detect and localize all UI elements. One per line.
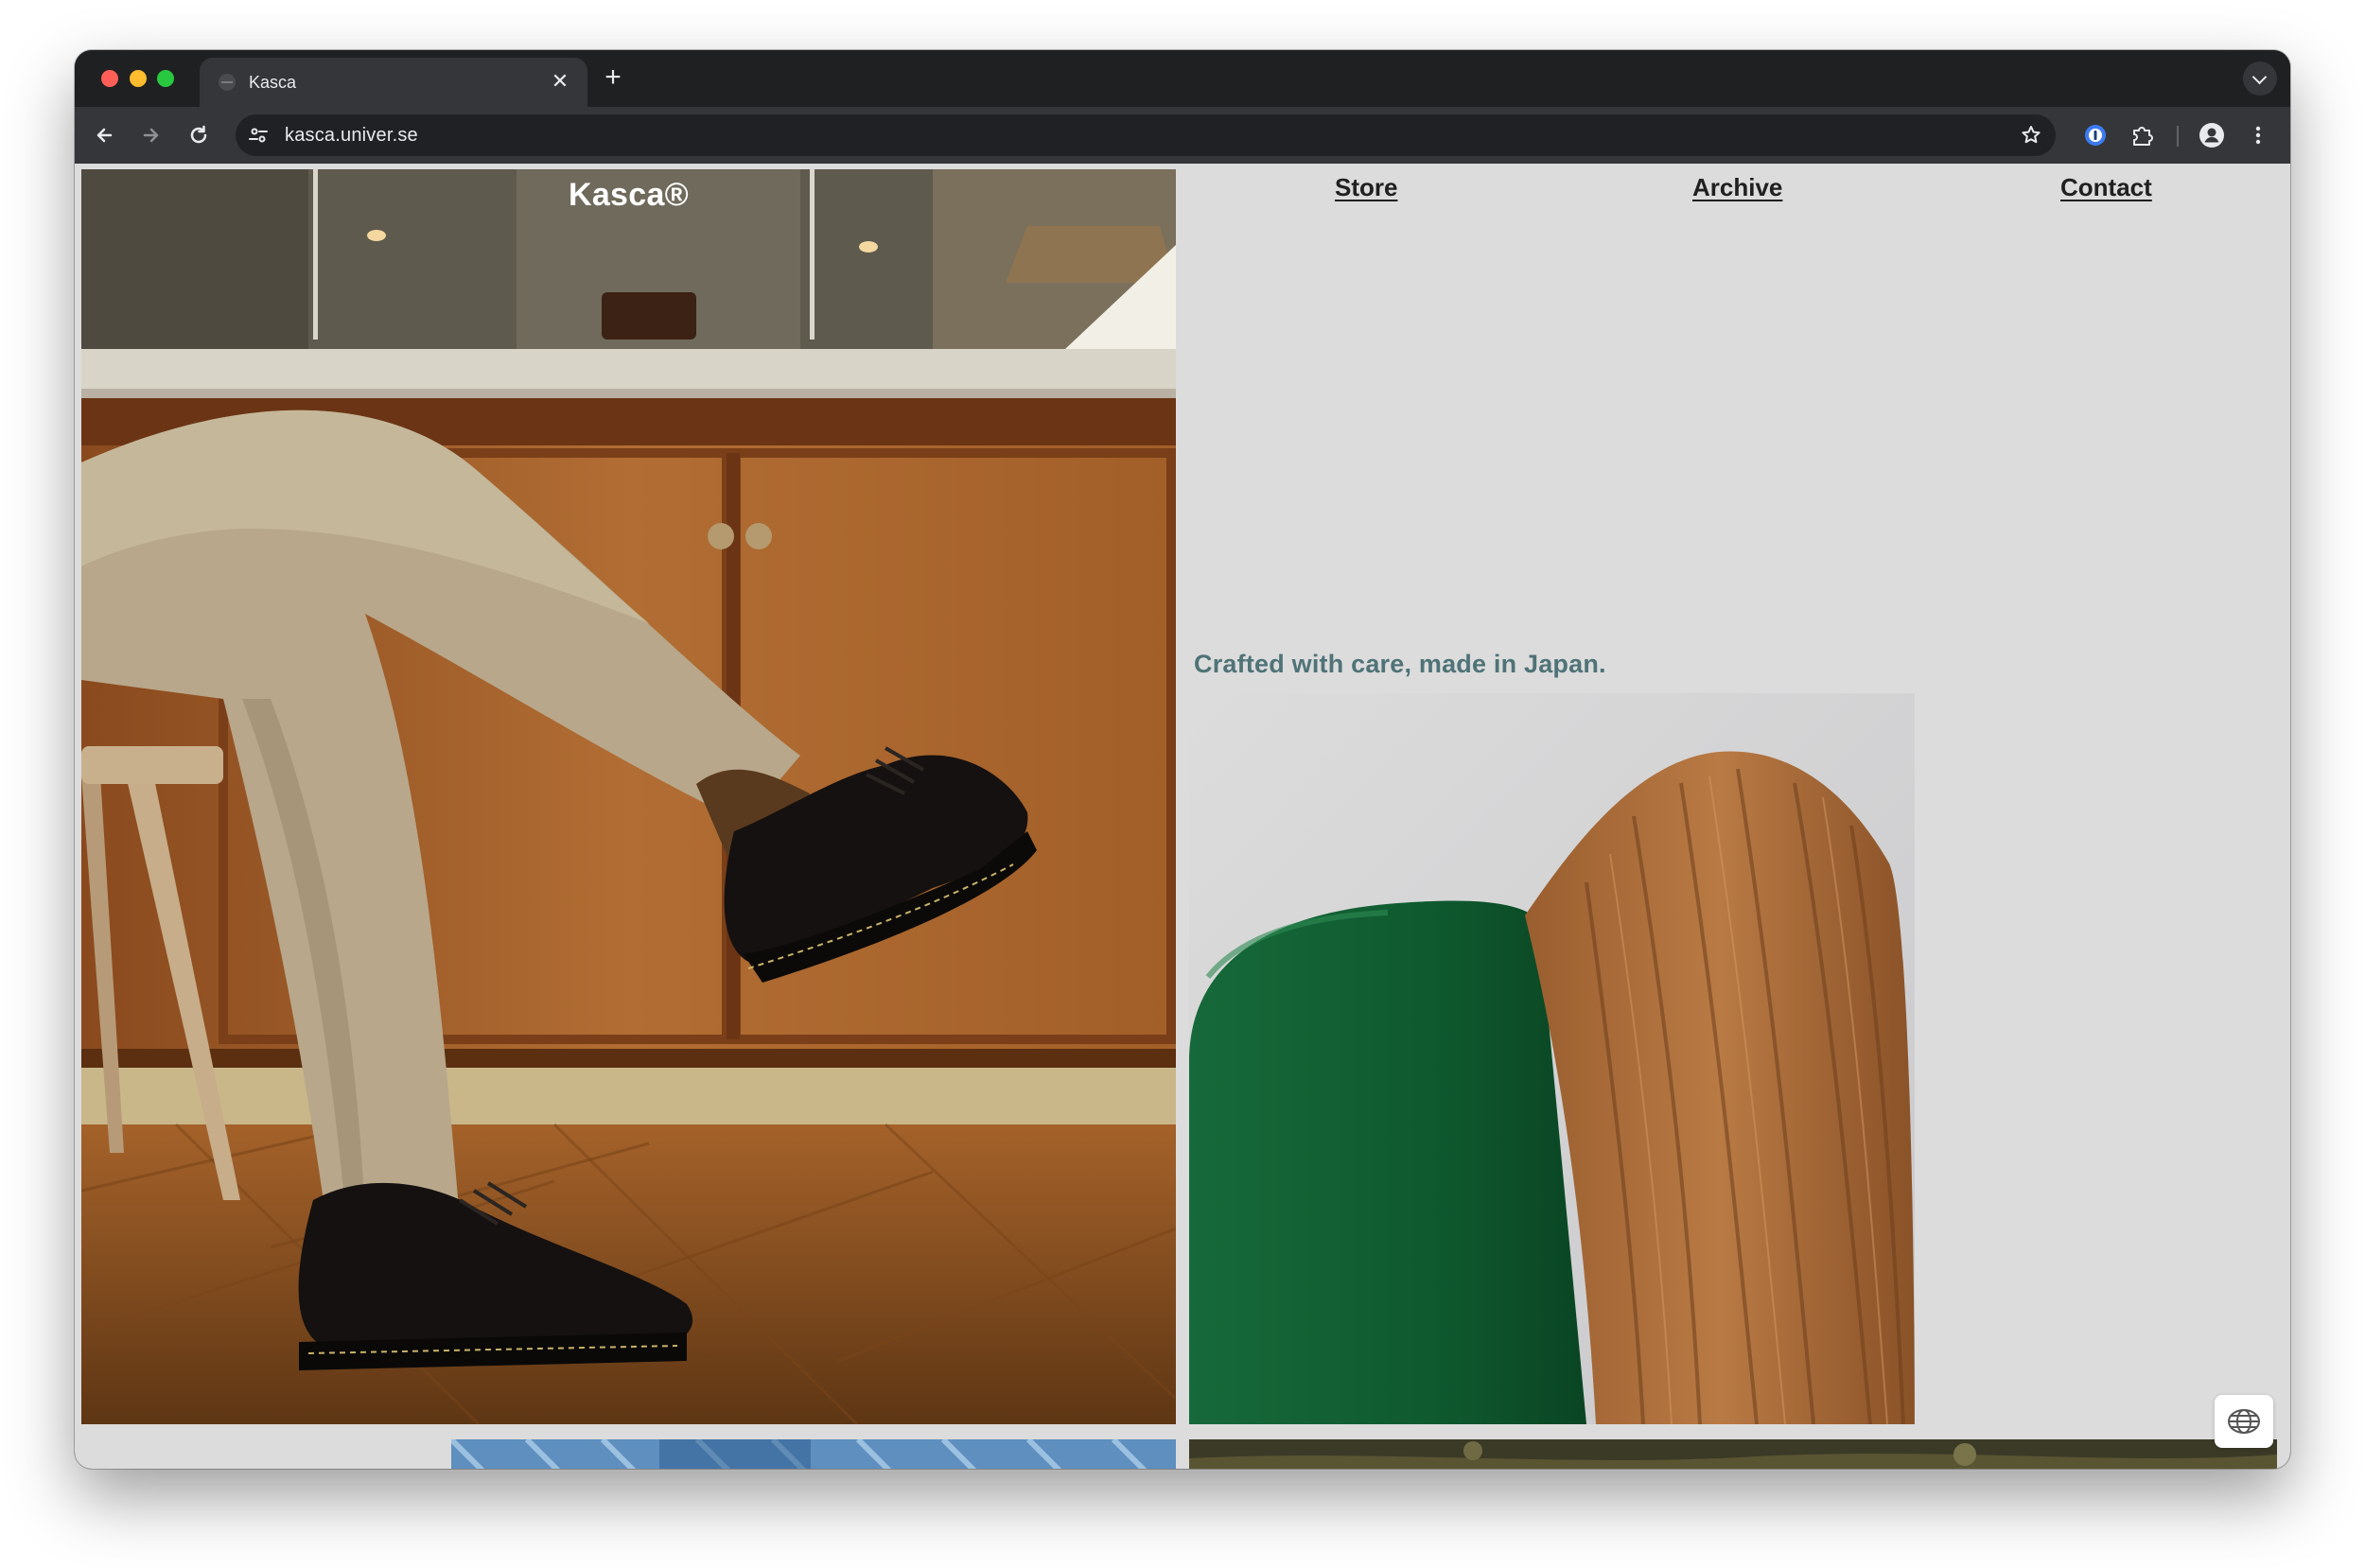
address-bar[interactable]: kasca.univer.se <box>236 114 2056 156</box>
tab-strip: Kasca ✕ + <box>75 50 2290 107</box>
language-button[interactable] <box>2215 1395 2273 1448</box>
tab-kasca[interactable]: Kasca ✕ <box>200 58 587 107</box>
url-text[interactable]: kasca.univer.se <box>285 125 418 147</box>
page-viewport: Kasca® Store Archive Contact Crafted wit… <box>75 164 2290 1469</box>
close-icon[interactable]: ✕ <box>546 67 574 96</box>
product-image[interactable] <box>1189 693 1915 1424</box>
puzzle-icon[interactable] <box>2128 121 2156 149</box>
nav-contact-link[interactable]: Contact <box>2060 173 2152 202</box>
site-favicon-icon <box>219 74 236 91</box>
tagline: Crafted with care, made in Japan. <box>1194 650 1606 678</box>
brand-logo[interactable]: Kasca® <box>81 177 1176 214</box>
password-manager-icon[interactable] <box>2081 121 2110 149</box>
window-close-button[interactable] <box>101 70 118 87</box>
tab-title: Kasca <box>249 73 297 92</box>
chevron-down-icon[interactable] <box>2243 61 2277 96</box>
toolbar-divider <box>2177 126 2179 147</box>
thumbnail-image-denim[interactable] <box>451 1439 1176 1469</box>
kebab-menu-icon[interactable] <box>2244 121 2272 149</box>
nav-archive-link[interactable]: Archive <box>1692 173 1782 202</box>
plus-icon[interactable]: + <box>597 61 629 94</box>
reload-icon[interactable] <box>183 119 215 151</box>
star-icon[interactable] <box>2020 124 2042 147</box>
hero-image[interactable]: Kasca® <box>81 169 1176 1424</box>
browser-window: Kasca ✕ + kasca.univer.se Kasca® Store A… <box>75 50 2290 1469</box>
tune-icon[interactable] <box>247 124 270 147</box>
window-minimize-button[interactable] <box>130 70 147 87</box>
nav-store-link[interactable]: Store <box>1335 173 1397 202</box>
browser-toolbar: kasca.univer.se <box>75 107 2290 164</box>
arrow-left-icon[interactable] <box>88 119 120 151</box>
arrow-right-icon[interactable] <box>135 119 167 151</box>
thumbnail-image-forest[interactable] <box>1189 1439 2277 1469</box>
window-zoom-button[interactable] <box>157 70 174 87</box>
person-icon[interactable] <box>2198 121 2226 149</box>
